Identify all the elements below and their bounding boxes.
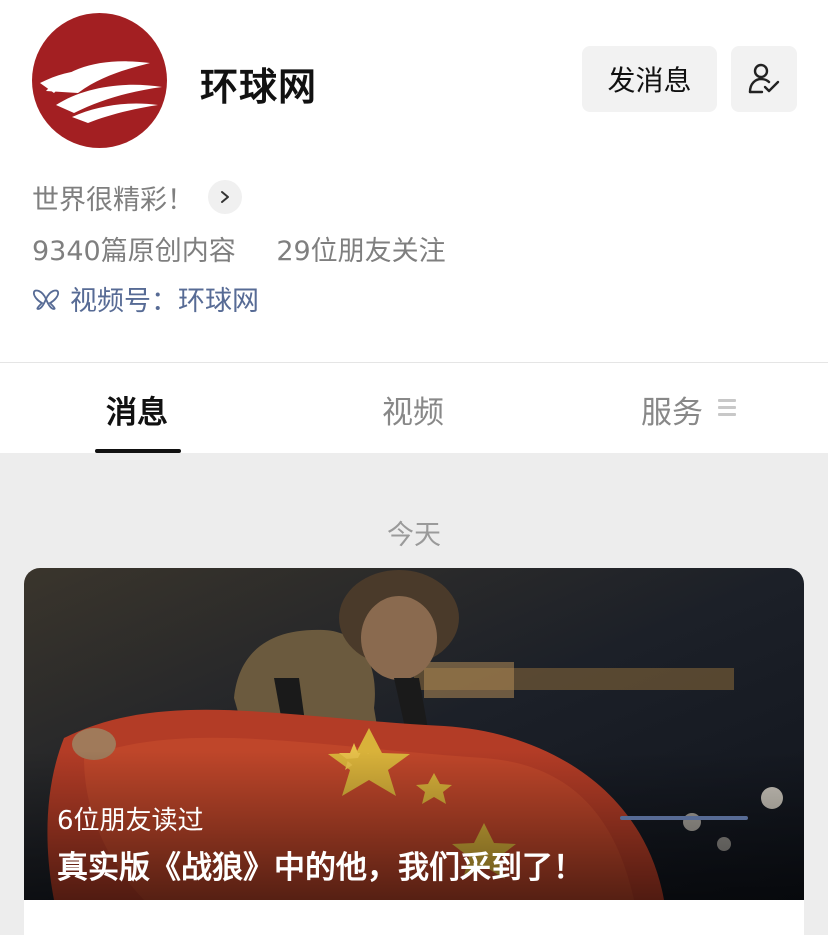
tab-bar: 消息 视频 服务 xyxy=(0,363,828,453)
account-name: 环球网 xyxy=(200,65,318,109)
channels-link[interactable]: 视频号：环球网 xyxy=(32,279,259,318)
tab-services[interactable]: 服务 xyxy=(641,387,703,432)
chevron-right-icon xyxy=(221,191,229,203)
channels-link-label: 视频号：环球网 xyxy=(70,286,259,317)
article-card[interactable]: 6位朋友读过 真实版《战狼》中的他，我们采到了！ xyxy=(24,568,804,935)
friends-following-count[interactable]: 29位朋友关注 xyxy=(276,236,445,267)
account-description: 世界很精彩！ xyxy=(32,185,194,216)
description-expand-button[interactable] xyxy=(208,180,242,214)
user-check-icon xyxy=(748,63,780,94)
profile-header: 环球网 发消息 世界很精彩！ 9340篇原创内容 29位朋友关注 视频号：环球网 xyxy=(0,0,828,362)
account-stats: 9340篇原创内容 29位朋友关注 xyxy=(32,229,446,268)
tab-messages[interactable]: 消息 xyxy=(106,387,168,432)
message-feed: 今天 6位朋友读过 真实版《战狼》中的他，我们采到了！ xyxy=(0,453,828,935)
menu-icon xyxy=(718,399,736,417)
next-article-edge xyxy=(620,816,748,820)
huanqiu-logo-icon xyxy=(40,61,162,123)
follow-button[interactable] xyxy=(731,46,797,112)
send-message-button[interactable]: 发消息 xyxy=(582,46,717,112)
date-separator: 今天 xyxy=(387,520,441,551)
friends-read-count: 6位朋友读过 xyxy=(57,806,204,836)
article-title: 真实版《战狼》中的他，我们采到了！ xyxy=(57,850,584,886)
tab-videos[interactable]: 视频 xyxy=(382,387,444,432)
channels-butterfly-icon xyxy=(32,289,60,310)
original-articles-count[interactable]: 9340篇原创内容 xyxy=(32,236,236,267)
account-avatar[interactable] xyxy=(32,13,167,148)
